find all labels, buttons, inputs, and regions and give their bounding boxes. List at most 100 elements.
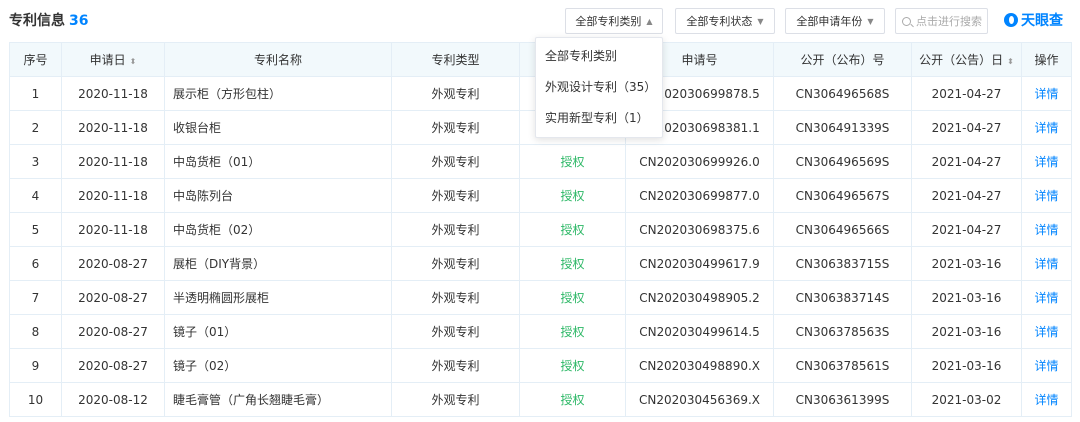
detail-link[interactable]: 详情 [1021, 246, 1072, 281]
cell-publication-date: 2021-03-16 [911, 280, 1022, 315]
cell-index: 1 [9, 76, 62, 111]
category-filter-label: 全部专利类别 [575, 15, 642, 28]
cell-legal-status: 授权 [519, 246, 626, 281]
cell-application-number: CN202030498905.2 [625, 280, 774, 315]
cell-application-number: CN202030499614.5 [625, 314, 774, 349]
table-row: 6 2020-08-27 展柜（DIY背景） 外观专利 授权 CN202030499617… [9, 246, 1072, 281]
cell-publication-date: 2021-03-02 [911, 382, 1022, 417]
table-row: 7 2020-08-27 半透明椭圆形展柜 外观专利 授权 CN202030498905.… [9, 280, 1072, 315]
cell-legal-status: 授权 [519, 382, 626, 417]
cell-index: 4 [9, 178, 62, 213]
cell-application-date: 2020-11-18 [61, 144, 165, 179]
sort-icon[interactable]: ⬍ [130, 57, 137, 66]
table-row: 9 2020-08-27 镜子（02） 外观专利 授权 CN202030498890.X C… [9, 348, 1072, 383]
cell-publication-date: 2021-03-16 [911, 246, 1022, 281]
cell-patent-name: 中岛货柜（02） [164, 212, 392, 247]
cell-publication-number: CN306496567S [773, 178, 912, 213]
cell-legal-status: 授权 [519, 280, 626, 315]
col-header-publication-date-label: 公开（公告）日 [919, 53, 1004, 67]
menu-item-all-categories[interactable]: 全部专利类别 [536, 41, 662, 72]
detail-link[interactable]: 详情 [1021, 280, 1072, 315]
title-text: 专利信息 [9, 13, 65, 29]
search-icon [902, 16, 911, 26]
tianyancha-logo: 天眼查 [1004, 10, 1063, 30]
col-header-publication-number: 公开（公布）号 [773, 42, 912, 77]
cell-application-date: 2020-08-12 [61, 382, 165, 417]
cell-index: 3 [9, 144, 62, 179]
cell-patent-name: 镜子（01） [164, 314, 392, 349]
cell-index: 6 [9, 246, 62, 281]
menu-item-utility-patent[interactable]: 实用新型专利（1） [536, 103, 662, 134]
cell-application-date: 2020-11-18 [61, 212, 165, 247]
cell-patent-type: 外观专利 [391, 246, 520, 281]
cell-patent-type: 外观专利 [391, 348, 520, 383]
cell-publication-date: 2021-04-27 [911, 178, 1022, 213]
menu-item-design-patent[interactable]: 外观设计专利（35） [536, 72, 662, 103]
cell-application-number: CN202030499617.9 [625, 246, 774, 281]
cell-patent-type: 外观专利 [391, 382, 520, 417]
cell-publication-number: CN306491339S [773, 110, 912, 145]
cell-index: 7 [9, 280, 62, 315]
cell-application-date: 2020-11-18 [61, 76, 165, 111]
detail-link[interactable]: 详情 [1021, 382, 1072, 417]
col-header-application-date[interactable]: 申请日 ⬍ [61, 42, 165, 77]
cell-patent-name: 中岛货柜（01） [164, 144, 392, 179]
table-row: 3 2020-11-18 中岛货柜（01） 外观专利 授权 CN202030699926.… [9, 144, 1072, 179]
table-row: 4 2020-11-18 中岛陈列台 外观专利 授权 CN202030699877.0 CN… [9, 178, 1072, 213]
chevron-down-icon: ▼ [757, 16, 764, 26]
col-header-patent-name: 专利名称 [164, 42, 392, 77]
category-filter-menu: 全部专利类别 外观设计专利（35） 实用新型专利（1） [535, 37, 663, 138]
year-filter-label: 全部申请年份 [796, 15, 863, 28]
table-row: 5 2020-11-18 中岛货柜（02） 外观专利 授权 CN202030698375.… [9, 212, 1072, 247]
cell-patent-type: 外观专利 [391, 144, 520, 179]
cell-application-date: 2020-08-27 [61, 246, 165, 281]
cell-publication-number: CN306383714S [773, 280, 912, 315]
detail-link[interactable]: 详情 [1021, 178, 1072, 213]
cell-legal-status: 授权 [519, 178, 626, 213]
cell-publication-date: 2021-04-27 [911, 212, 1022, 247]
cell-publication-number: CN306496568S [773, 76, 912, 111]
cell-index: 8 [9, 314, 62, 349]
cell-patent-name: 收银台柜 [164, 110, 392, 145]
sort-icon[interactable]: ⬍ [1007, 57, 1014, 66]
cell-publication-date: 2021-04-27 [911, 76, 1022, 111]
chevron-up-icon: ▲ [646, 16, 653, 26]
cell-patent-type: 外观专利 [391, 110, 520, 145]
cell-application-number: CN202030456369.X [625, 382, 774, 417]
table-row: 8 2020-08-27 镜子（01） 外观专利 授权 CN202030499614.5 C… [9, 314, 1072, 349]
cell-publication-number: CN306378561S [773, 348, 912, 383]
cell-publication-number: CN306378563S [773, 314, 912, 349]
cell-patent-name: 睫毛膏管（广角长翘睫毛膏） [164, 382, 392, 417]
year-filter-dropdown[interactable]: 全部申请年份 ▼ [785, 8, 885, 34]
search-placeholder: 点击进行搜索 [916, 15, 982, 28]
status-filter-label: 全部专利状态 [686, 15, 753, 28]
detail-link[interactable]: 详情 [1021, 144, 1072, 179]
search-input[interactable]: 点击进行搜索 [895, 8, 988, 34]
cell-publication-number: CN306496566S [773, 212, 912, 247]
cell-legal-status: 授权 [519, 212, 626, 247]
col-header-index: 序号 [9, 42, 62, 77]
status-filter-dropdown[interactable]: 全部专利状态 ▼ [675, 8, 775, 34]
cell-patent-name: 镜子（02） [164, 348, 392, 383]
logo-text: 天眼查 [1021, 13, 1063, 29]
detail-link[interactable]: 详情 [1021, 76, 1072, 111]
cell-patent-type: 外观专利 [391, 314, 520, 349]
col-header-action: 操作 [1021, 42, 1072, 77]
detail-link[interactable]: 详情 [1021, 348, 1072, 383]
cell-application-date: 2020-08-27 [61, 348, 165, 383]
cell-application-date: 2020-08-27 [61, 314, 165, 349]
category-filter-dropdown[interactable]: 全部专利类别 ▲ [565, 8, 663, 34]
detail-link[interactable]: 详情 [1021, 212, 1072, 247]
cell-patent-name: 展柜（DIY背景） [164, 246, 392, 281]
cell-application-number: CN202030699926.0 [625, 144, 774, 179]
cell-publication-date: 2021-03-16 [911, 314, 1022, 349]
detail-link[interactable]: 详情 [1021, 314, 1072, 349]
col-header-publication-date[interactable]: 公开（公告）日 ⬍ [911, 42, 1022, 77]
cell-application-number: CN202030699877.0 [625, 178, 774, 213]
col-header-application-date-label: 申请日 [89, 53, 126, 67]
cell-patent-name: 中岛陈列台 [164, 178, 392, 213]
cell-index: 9 [9, 348, 62, 383]
col-header-patent-type: 专利类型 [391, 42, 520, 77]
cell-application-date: 2020-08-27 [61, 280, 165, 315]
detail-link[interactable]: 详情 [1021, 110, 1072, 145]
